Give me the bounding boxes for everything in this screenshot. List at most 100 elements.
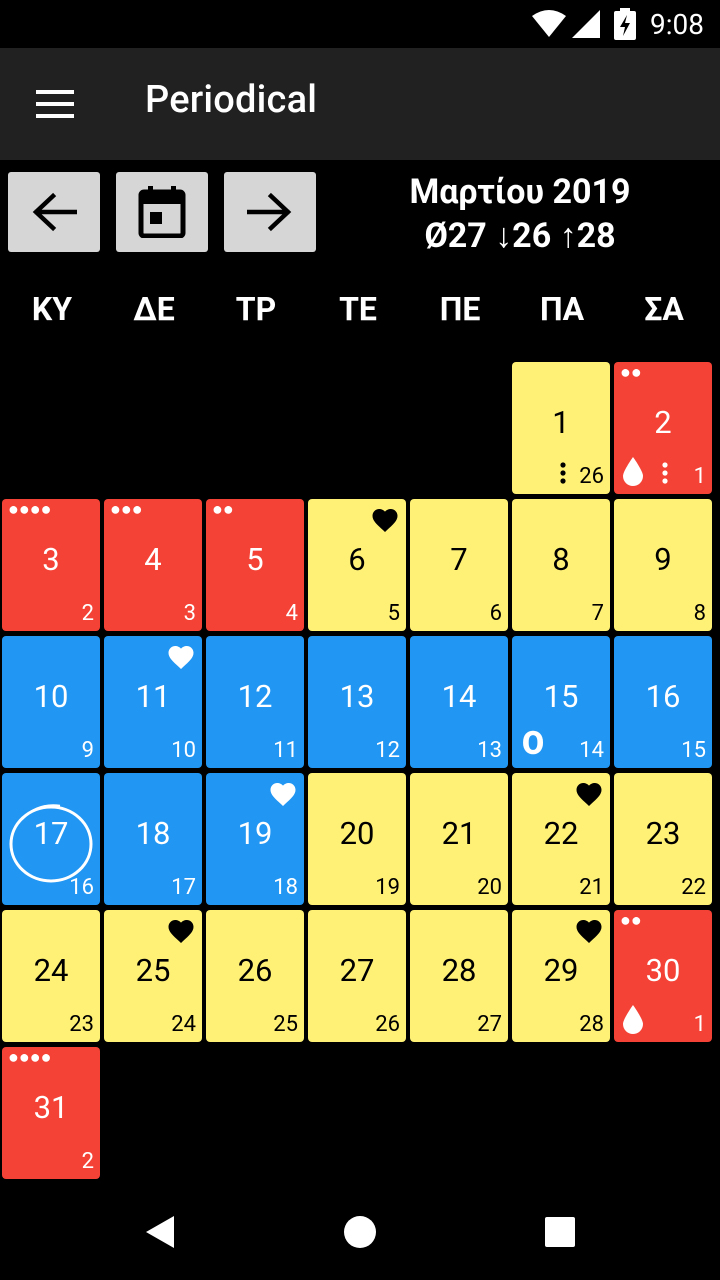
cycle-day: 14	[579, 738, 604, 763]
intensity-dots: ●●●	[110, 499, 143, 520]
cycle-day: 1	[693, 464, 706, 489]
cycle-day: 15	[681, 738, 706, 763]
back-icon[interactable]	[144, 1214, 176, 1250]
cycle-day: 27	[477, 1012, 502, 1037]
signal-icon	[572, 10, 600, 38]
heart-icon	[270, 783, 296, 806]
heart-icon	[168, 920, 194, 943]
day-number: 1	[552, 404, 570, 441]
cycle-day: 28	[579, 1012, 604, 1037]
day-cell[interactable]: ●● 30 1	[614, 910, 712, 1042]
menu-icon	[36, 90, 74, 118]
calendar-today-icon	[138, 186, 186, 238]
day-cell[interactable]: ●●●● 3 2	[2, 499, 100, 631]
day-number: 29	[543, 952, 579, 989]
app-title: Periodical	[145, 78, 318, 122]
next-month-button[interactable]	[224, 172, 316, 252]
day-number: 21	[441, 815, 477, 852]
cycle-day: 22	[681, 875, 706, 900]
day-cell[interactable]: 11 10	[104, 636, 202, 768]
day-cell[interactable]: 26 25	[206, 910, 304, 1042]
arrow-right-icon	[247, 192, 292, 232]
day-cell[interactable]: 18 17	[104, 773, 202, 905]
day-cell-today[interactable]: 17 16	[2, 773, 100, 905]
day-number: 9	[654, 541, 672, 578]
day-cell[interactable]: 15 O 14	[512, 636, 610, 768]
cycle-day: 3	[183, 601, 196, 626]
cycle-day: 18	[273, 875, 298, 900]
intensity-icon	[662, 462, 668, 484]
menu-button[interactable]	[24, 76, 88, 132]
recents-icon[interactable]	[545, 1217, 575, 1247]
day-cell[interactable]: 20 19	[308, 773, 406, 905]
day-number: 20	[339, 815, 375, 852]
home-icon[interactable]	[343, 1215, 377, 1249]
day-cell[interactable]: 12 11	[206, 636, 304, 768]
intensity-dots: ●●	[620, 362, 642, 383]
day-cell[interactable]: 19 18	[206, 773, 304, 905]
day-cell[interactable]: 29 28	[512, 910, 610, 1042]
day-number: 6	[348, 541, 366, 578]
cycle-day: 20	[477, 875, 502, 900]
day-cell[interactable]: 9 8	[614, 499, 712, 631]
arrow-left-icon	[32, 192, 77, 232]
today-button[interactable]	[116, 172, 208, 252]
day-cell[interactable]: 7 6	[410, 499, 508, 631]
day-cell[interactable]: 13 12	[308, 636, 406, 768]
cycle-day: 25	[273, 1012, 298, 1037]
day-cell[interactable]: ●● 2 1	[614, 362, 712, 494]
cycle-day: 1	[693, 1012, 706, 1037]
day-cell[interactable]: 6 5	[308, 499, 406, 631]
status-time: 9:08	[650, 8, 704, 41]
day-number: 31	[33, 1089, 69, 1126]
day-number: 3	[42, 541, 60, 578]
day-cell[interactable]: 21 20	[410, 773, 508, 905]
day-cell[interactable]: ●●●● 31 2	[2, 1047, 100, 1179]
day-cell[interactable]: 1 26	[512, 362, 610, 494]
weekday-label: ΠΑ	[539, 290, 585, 328]
battery-icon	[614, 8, 636, 40]
app-toolbar: Periodical	[0, 48, 720, 160]
day-cell[interactable]: 16 15	[614, 636, 712, 768]
cycle-day: 19	[375, 875, 400, 900]
weekday-label: ΚΥ	[31, 290, 73, 328]
day-cell[interactable]: 23 22	[614, 773, 712, 905]
day-cell[interactable]: 27 26	[308, 910, 406, 1042]
day-number: 16	[645, 678, 681, 715]
day-cell[interactable]: 14 13	[410, 636, 508, 768]
intensity-icon	[560, 462, 566, 484]
cycle-day: 26	[579, 464, 604, 489]
day-number: 12	[237, 678, 273, 715]
intensity-dots: ●●	[620, 910, 642, 931]
intensity-dots: ●●●●	[8, 1047, 52, 1068]
day-number: 24	[33, 952, 69, 989]
weekday-label: ΠΕ	[439, 290, 481, 328]
day-number: 26	[237, 952, 273, 989]
day-cell[interactable]: 25 24	[104, 910, 202, 1042]
day-cell[interactable]: 22 21	[512, 773, 610, 905]
intensity-dots: ●●●●	[8, 499, 52, 520]
day-cell[interactable]: ●● 5 4	[206, 499, 304, 631]
intensity-dots: ●●	[212, 499, 234, 520]
day-cell[interactable]: 24 23	[2, 910, 100, 1042]
day-number: 11	[135, 678, 171, 715]
month-info: Μαρτίου 2019 Ø27 ↓26 ↑28	[330, 170, 710, 258]
weekday-header: ΚΥ ΔΕ ΤΡ ΤΕ ΠΕ ΠΑ ΣΑ	[0, 290, 720, 340]
day-cell[interactable]: 10 9	[2, 636, 100, 768]
heart-icon	[168, 646, 194, 669]
day-number: 15	[543, 678, 579, 715]
cycle-day: 2	[81, 601, 94, 626]
previous-month-button[interactable]	[8, 172, 100, 252]
day-cell[interactable]: 8 7	[512, 499, 610, 631]
day-cell[interactable]: ●●● 4 3	[104, 499, 202, 631]
status-bar: 9:08	[0, 0, 720, 48]
cycle-stats: Ø27 ↓26 ↑28	[424, 216, 616, 256]
day-number: 7	[450, 541, 468, 578]
day-number: 25	[135, 952, 171, 989]
cycle-day: 17	[171, 875, 196, 900]
day-number: 27	[339, 952, 375, 989]
cycle-day: 8	[693, 601, 706, 626]
cycle-day: 21	[579, 875, 604, 900]
day-cell[interactable]: 28 27	[410, 910, 508, 1042]
heart-icon	[576, 783, 602, 806]
